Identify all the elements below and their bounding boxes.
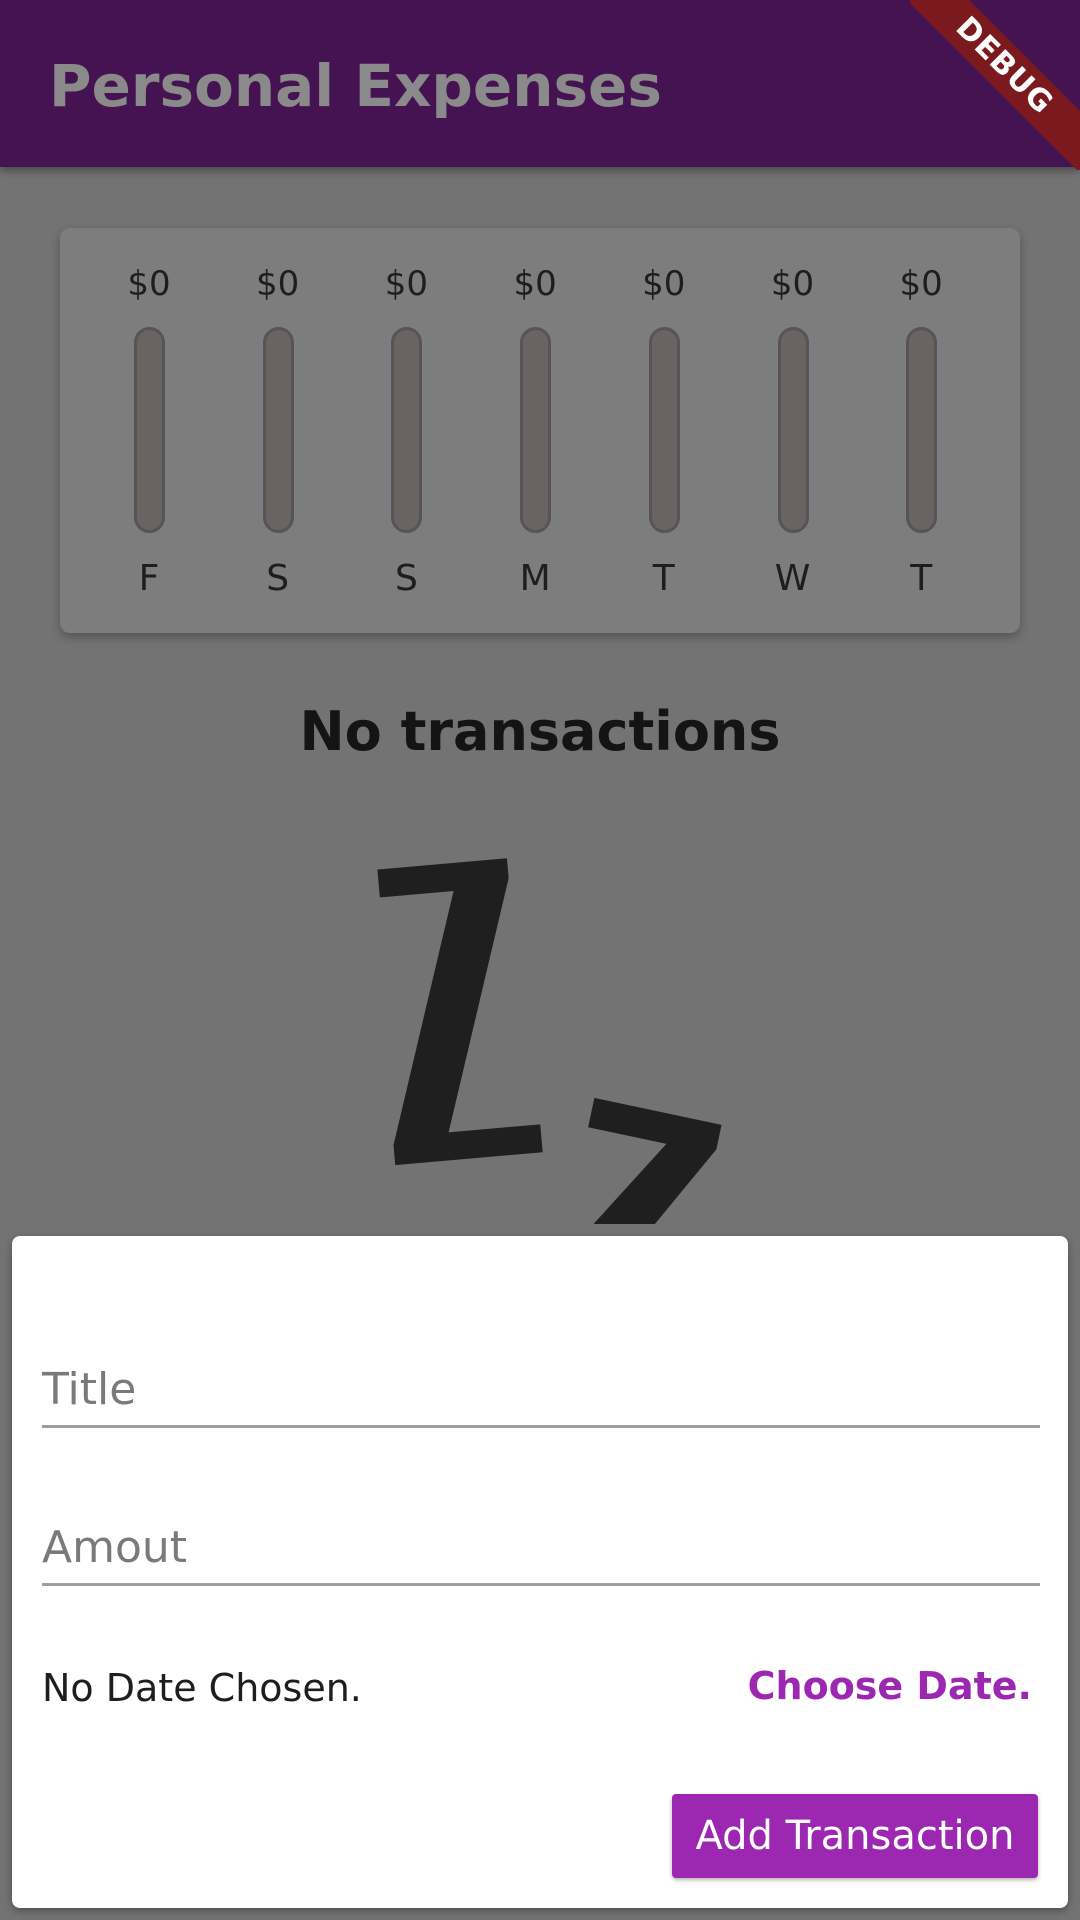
chart-bar-column: $0 W [729,228,857,633]
chart-bar-day-label: T [652,558,675,599]
debug-banner-label: DEBUG [910,0,1080,170]
chart-bar-day-label: M [519,558,551,599]
amount-field [42,1486,1040,1586]
chart-bar-amount: $0 [127,264,171,304]
chart-bar-column: $0 T [857,228,985,633]
chart-bar-column: $0 S [214,228,342,633]
weekly-chart-card: $0 F $0 S $0 S $0 M $0 T $0 W $0 T [60,228,1020,633]
chart-bar-track [520,327,552,533]
chart-bar-amount: $0 [513,264,557,304]
date-status-text: No Date Chosen. [42,1666,362,1710]
chart-bar-column: $0 M [471,228,599,633]
chart-bar-column: $0 T [600,228,728,633]
chart-bar-track [262,327,294,533]
chart-bar-track [134,327,165,533]
app-title: Personal Expenses [49,52,662,120]
chart-bar-amount: $0 [256,264,300,304]
empty-state-title: No transactions [299,700,781,763]
chart-bar-track [648,327,680,533]
choose-date-button[interactable]: Choose Date. [732,1646,1032,1726]
amount-input[interactable] [42,1486,1040,1583]
chart-bar-day-label: S [394,558,418,599]
chart-bar-amount: $0 [770,264,815,304]
chart-bar-amount: $0 [384,264,429,304]
add-transaction-button[interactable]: Add Transaction [672,1794,1038,1878]
title-input[interactable] [42,1328,1040,1425]
chart-bar-day-label: F [138,558,160,599]
zzz-letter-large [377,858,543,1166]
chart-bar-track [391,327,423,533]
chart-bar-day-label: W [774,558,811,599]
sleeping-zzz-icon [377,858,722,1224]
chart-bar-track [777,327,809,533]
chart-bar-amount: $0 [899,264,943,304]
chart-bar-amount: $0 [642,264,686,304]
new-transaction-sheet: No Date Chosen. Choose Date. Add Transac… [12,1236,1068,1908]
chart-bar-track [906,327,938,533]
chart-bar-day-label: T [910,558,933,599]
zzz-letter-small [572,1097,722,1224]
debug-banner: DEBUG [910,0,1080,170]
title-field [42,1328,1040,1428]
chart-bar-column: $0 F [85,228,213,633]
chart-bar-day-label: S [266,558,290,599]
chart-bar-column: $0 S [342,228,470,633]
